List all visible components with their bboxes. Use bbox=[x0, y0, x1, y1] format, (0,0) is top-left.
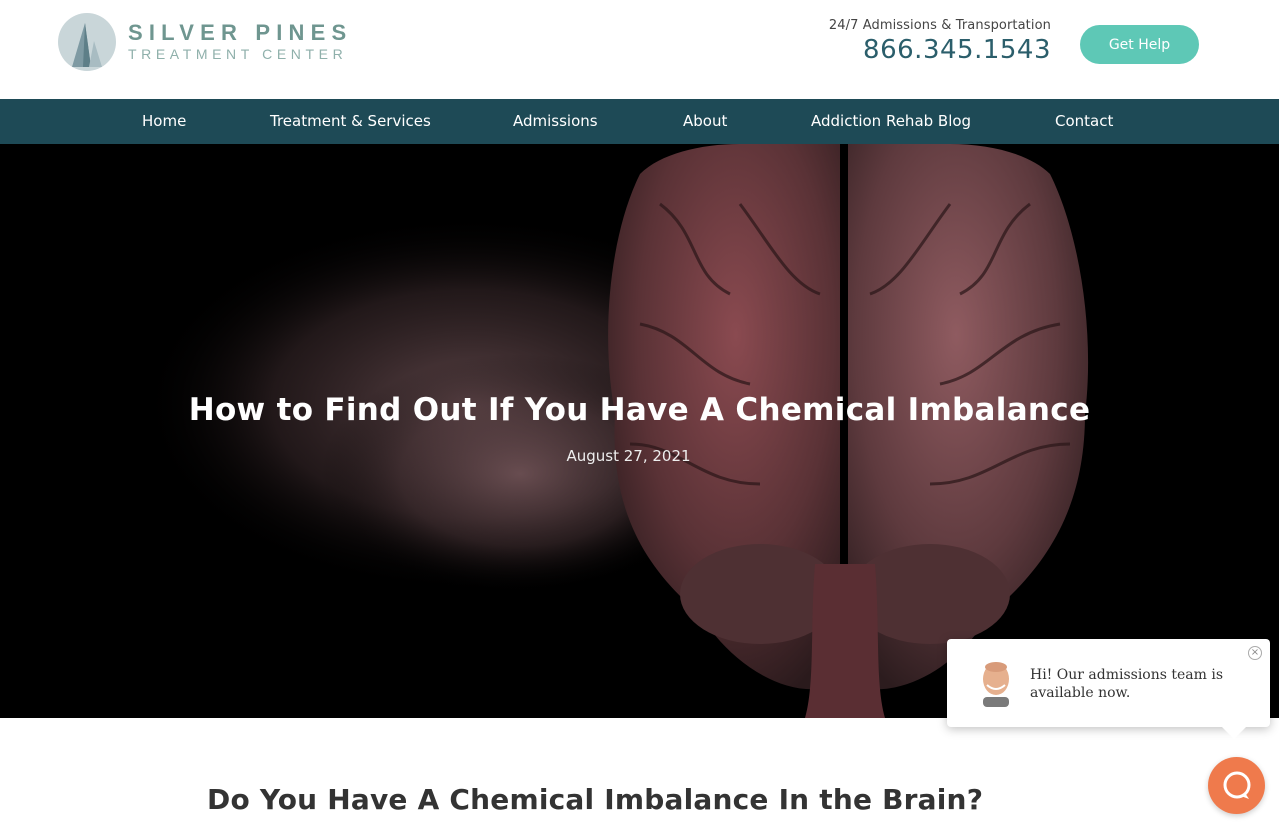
article-title: How to Find Out If You Have A Chemical I… bbox=[188, 392, 1091, 428]
nav-item-home[interactable]: Home bbox=[142, 99, 186, 144]
nav-item-contact[interactable]: Contact bbox=[1055, 99, 1113, 144]
logo-title: SILVER PINES bbox=[128, 20, 353, 45]
close-icon[interactable]: × bbox=[1248, 646, 1262, 660]
chat-popup[interactable]: Hi! Our admissions team is available now… bbox=[947, 639, 1270, 739]
contact-tagline: 24/7 Admissions & Transportation bbox=[828, 18, 1051, 33]
brain-illustration bbox=[140, 144, 1089, 718]
chat-launcher-button[interactable] bbox=[1208, 757, 1265, 814]
phone-number-link[interactable]: 866.345.1543 bbox=[829, 35, 1051, 65]
site-header: SILVER PINES TREATMENT CENTER 24/7 Admis… bbox=[0, 0, 1279, 99]
hero-banner: How to Find Out If You Have A Chemical I… bbox=[0, 144, 1279, 718]
nav-item-admissions[interactable]: Admissions bbox=[513, 99, 598, 144]
pine-tree-logo-icon bbox=[58, 13, 116, 71]
agent-avatar bbox=[983, 662, 1009, 707]
section-heading: Do You Have A Chemical Imbalance In the … bbox=[207, 783, 984, 816]
nav-item-blog[interactable]: Addiction Rehab Blog bbox=[811, 99, 971, 144]
main-nav: Home Treatment & Services Admissions Abo… bbox=[0, 99, 1279, 144]
logo-subtitle: TREATMENT CENTER bbox=[128, 46, 348, 62]
chat-bubble-icon bbox=[1223, 771, 1250, 799]
contact-info: 24/7 Admissions & Transportation 866.345… bbox=[829, 18, 1051, 65]
article-date: August 27, 2021 bbox=[566, 447, 691, 465]
nav-item-treatment-services[interactable]: Treatment & Services bbox=[270, 99, 431, 144]
nav-item-about[interactable]: About bbox=[683, 99, 727, 144]
chat-message: Hi! Our admissions team is available now… bbox=[1030, 667, 1224, 701]
get-help-button[interactable]: Get Help bbox=[1080, 25, 1199, 64]
site-logo[interactable]: SILVER PINES TREATMENT CENTER bbox=[58, 12, 352, 72]
